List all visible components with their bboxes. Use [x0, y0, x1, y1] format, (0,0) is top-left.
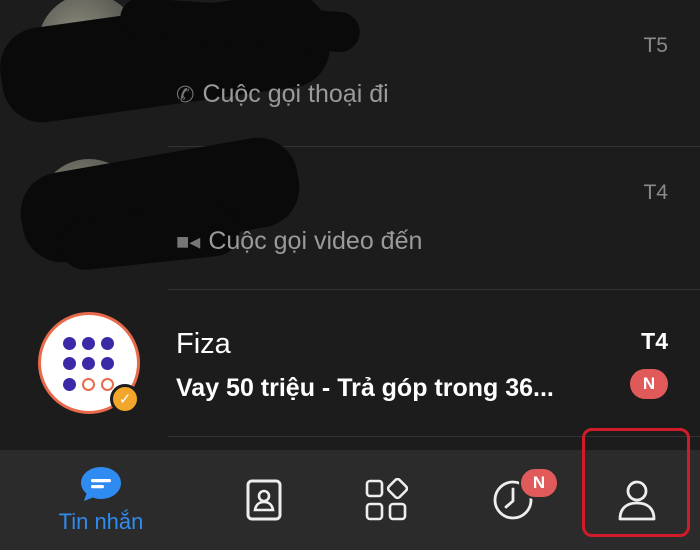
contacts-book-icon — [246, 479, 282, 521]
tab-messages[interactable]: Tin nhắn — [31, 450, 171, 550]
profile-tab-highlight — [582, 428, 690, 537]
apps-grid-icon — [365, 478, 408, 521]
tab-messages-label: Tin nhắn — [58, 509, 144, 534]
timeline-badge: N — [519, 467, 559, 499]
tab-discover[interactable] — [316, 450, 456, 550]
conversation-time: T4 — [641, 328, 668, 354]
conversation-name: Fiza — [176, 328, 231, 360]
phone-icon: ✆ — [176, 81, 195, 107]
tab-contacts[interactable] — [194, 450, 334, 550]
video-icon: ■◂ — [176, 228, 201, 254]
conversation-preview: ✆ Cuộc gọi thoại đi — [176, 80, 389, 108]
conversation-list: ✆ Cuộc gọi thoại đi T5 ■◂ Cuộc gọi video… — [0, 0, 700, 450]
chat-bubble-icon — [81, 467, 121, 501]
conversation-time: T5 — [643, 34, 668, 57]
unread-badge: N — [630, 369, 668, 399]
conversation-preview: Vay 50 triệu - Trả góp trong 36... — [176, 374, 554, 402]
conversation-item[interactable]: ■◂ Cuộc gọi video đến T4 — [0, 131, 700, 290]
tab-timeline[interactable]: N — [443, 450, 583, 550]
fiza-logo-icon — [63, 337, 119, 393]
conversation-item[interactable]: ✆ Cuộc gọi thoại đi T5 — [0, 0, 700, 147]
verified-check-icon: ✓ — [110, 384, 140, 414]
conversation-preview: ■◂ Cuộc gọi video đến — [176, 227, 423, 255]
conversation-time: T4 — [643, 181, 668, 204]
